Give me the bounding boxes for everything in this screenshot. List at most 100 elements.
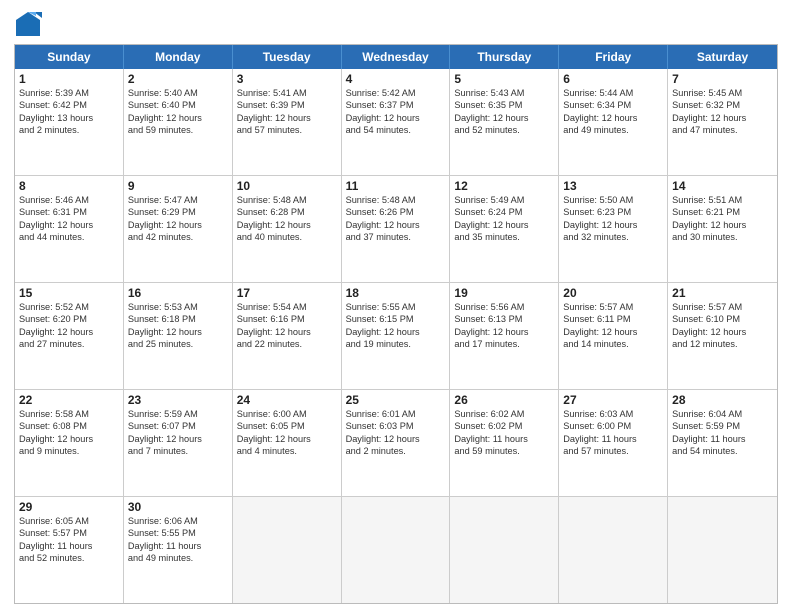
day-number: 22 [19,393,119,407]
calendar-cell-5: 5Sunrise: 5:43 AMSunset: 6:35 PMDaylight… [450,69,559,175]
day-number: 27 [563,393,663,407]
calendar-cell-7: 7Sunrise: 5:45 AMSunset: 6:32 PMDaylight… [668,69,777,175]
cell-info-line: Sunrise: 6:00 AM [237,408,337,420]
calendar-cell-10: 10Sunrise: 5:48 AMSunset: 6:28 PMDayligh… [233,176,342,282]
calendar-cell-6: 6Sunrise: 5:44 AMSunset: 6:34 PMDaylight… [559,69,668,175]
cell-info-line: and 44 minutes. [19,231,119,243]
cell-info-line: Daylight: 12 hours [563,219,663,231]
calendar: SundayMondayTuesdayWednesdayThursdayFrid… [14,44,778,604]
day-number: 6 [563,72,663,86]
cell-info-line: Sunrise: 6:04 AM [672,408,773,420]
calendar-cell-15: 15Sunrise: 5:52 AMSunset: 6:20 PMDayligh… [15,283,124,389]
calendar-cell-8: 8Sunrise: 5:46 AMSunset: 6:31 PMDaylight… [15,176,124,282]
calendar-cell-empty [450,497,559,603]
cell-info-line: Sunrise: 6:06 AM [128,515,228,527]
cell-info-line: and 2 minutes. [346,445,446,457]
cell-info-line: and 49 minutes. [563,124,663,136]
cell-info-line: Sunset: 6:26 PM [346,206,446,218]
day-number: 12 [454,179,554,193]
cell-info-line: Daylight: 12 hours [237,112,337,124]
cell-info-line: Sunset: 6:11 PM [563,313,663,325]
calendar-cell-21: 21Sunrise: 5:57 AMSunset: 6:10 PMDayligh… [668,283,777,389]
cell-info-line: Sunset: 6:34 PM [563,99,663,111]
calendar-cell-13: 13Sunrise: 5:50 AMSunset: 6:23 PMDayligh… [559,176,668,282]
cell-info-line: Daylight: 12 hours [346,112,446,124]
cell-info-line: Sunset: 6:10 PM [672,313,773,325]
cell-info-line: Sunrise: 5:46 AM [19,194,119,206]
calendar-row-1: 1Sunrise: 5:39 AMSunset: 6:42 PMDaylight… [15,69,777,176]
calendar-cell-23: 23Sunrise: 5:59 AMSunset: 6:07 PMDayligh… [124,390,233,496]
day-number: 24 [237,393,337,407]
cell-info-line: and 49 minutes. [128,552,228,564]
calendar-cell-24: 24Sunrise: 6:00 AMSunset: 6:05 PMDayligh… [233,390,342,496]
cell-info-line: Daylight: 12 hours [563,112,663,124]
page: SundayMondayTuesdayWednesdayThursdayFrid… [0,0,792,612]
calendar-cell-3: 3Sunrise: 5:41 AMSunset: 6:39 PMDaylight… [233,69,342,175]
cell-info-line: and 32 minutes. [563,231,663,243]
cell-info-line: Daylight: 12 hours [128,219,228,231]
cell-info-line: Daylight: 12 hours [454,219,554,231]
cell-info-line: and 59 minutes. [128,124,228,136]
calendar-cell-25: 25Sunrise: 6:01 AMSunset: 6:03 PMDayligh… [342,390,451,496]
cell-info-line: and 17 minutes. [454,338,554,350]
cell-info-line: Sunrise: 5:42 AM [346,87,446,99]
cell-info-line: and 27 minutes. [19,338,119,350]
cell-info-line: Sunrise: 5:41 AM [237,87,337,99]
cell-info-line: Sunset: 6:15 PM [346,313,446,325]
day-number: 15 [19,286,119,300]
day-number: 13 [563,179,663,193]
cell-info-line: Sunset: 6:21 PM [672,206,773,218]
cell-info-line: and 47 minutes. [672,124,773,136]
calendar-cell-4: 4Sunrise: 5:42 AMSunset: 6:37 PMDaylight… [342,69,451,175]
cell-info-line: Sunrise: 5:48 AM [237,194,337,206]
cell-info-line: Daylight: 12 hours [128,112,228,124]
calendar-cell-20: 20Sunrise: 5:57 AMSunset: 6:11 PMDayligh… [559,283,668,389]
cell-info-line: Sunset: 5:59 PM [672,420,773,432]
cell-info-line: and 54 minutes. [672,445,773,457]
cell-info-line: Sunset: 6:03 PM [346,420,446,432]
day-number: 1 [19,72,119,86]
cell-info-line: and 9 minutes. [19,445,119,457]
day-number: 14 [672,179,773,193]
logo-area [14,10,46,38]
calendar-cell-empty [233,497,342,603]
cell-info-line: Sunrise: 5:56 AM [454,301,554,313]
cell-info-line: Sunset: 6:07 PM [128,420,228,432]
cell-info-line: Sunrise: 5:54 AM [237,301,337,313]
cell-info-line: and 52 minutes. [454,124,554,136]
logo-icon [14,10,42,38]
cell-info-line: Sunrise: 5:53 AM [128,301,228,313]
cell-info-line: and 42 minutes. [128,231,228,243]
cell-info-line: and 57 minutes. [237,124,337,136]
day-number: 3 [237,72,337,86]
weekday-header-saturday: Saturday [668,45,777,69]
cell-info-line: and 59 minutes. [454,445,554,457]
weekday-header-monday: Monday [124,45,233,69]
cell-info-line: Sunset: 6:02 PM [454,420,554,432]
cell-info-line: Sunset: 6:13 PM [454,313,554,325]
cell-info-line: Daylight: 12 hours [128,326,228,338]
day-number: 26 [454,393,554,407]
cell-info-line: and 25 minutes. [128,338,228,350]
day-number: 21 [672,286,773,300]
cell-info-line: and 54 minutes. [346,124,446,136]
cell-info-line: Sunset: 6:05 PM [237,420,337,432]
cell-info-line: and 4 minutes. [237,445,337,457]
day-number: 29 [19,500,119,514]
calendar-row-4: 22Sunrise: 5:58 AMSunset: 6:08 PMDayligh… [15,390,777,497]
cell-info-line: Sunset: 6:23 PM [563,206,663,218]
calendar-cell-28: 28Sunrise: 6:04 AMSunset: 5:59 PMDayligh… [668,390,777,496]
day-number: 18 [346,286,446,300]
weekday-header-thursday: Thursday [450,45,559,69]
day-number: 19 [454,286,554,300]
cell-info-line: Sunset: 6:24 PM [454,206,554,218]
cell-info-line: Sunset: 6:00 PM [563,420,663,432]
calendar-body: 1Sunrise: 5:39 AMSunset: 6:42 PMDaylight… [15,69,777,603]
calendar-cell-1: 1Sunrise: 5:39 AMSunset: 6:42 PMDaylight… [15,69,124,175]
cell-info-line: Sunrise: 5:44 AM [563,87,663,99]
cell-info-line: Daylight: 12 hours [237,219,337,231]
day-number: 2 [128,72,228,86]
cell-info-line: Sunrise: 6:05 AM [19,515,119,527]
cell-info-line: Sunrise: 5:57 AM [672,301,773,313]
cell-info-line: Sunset: 6:42 PM [19,99,119,111]
